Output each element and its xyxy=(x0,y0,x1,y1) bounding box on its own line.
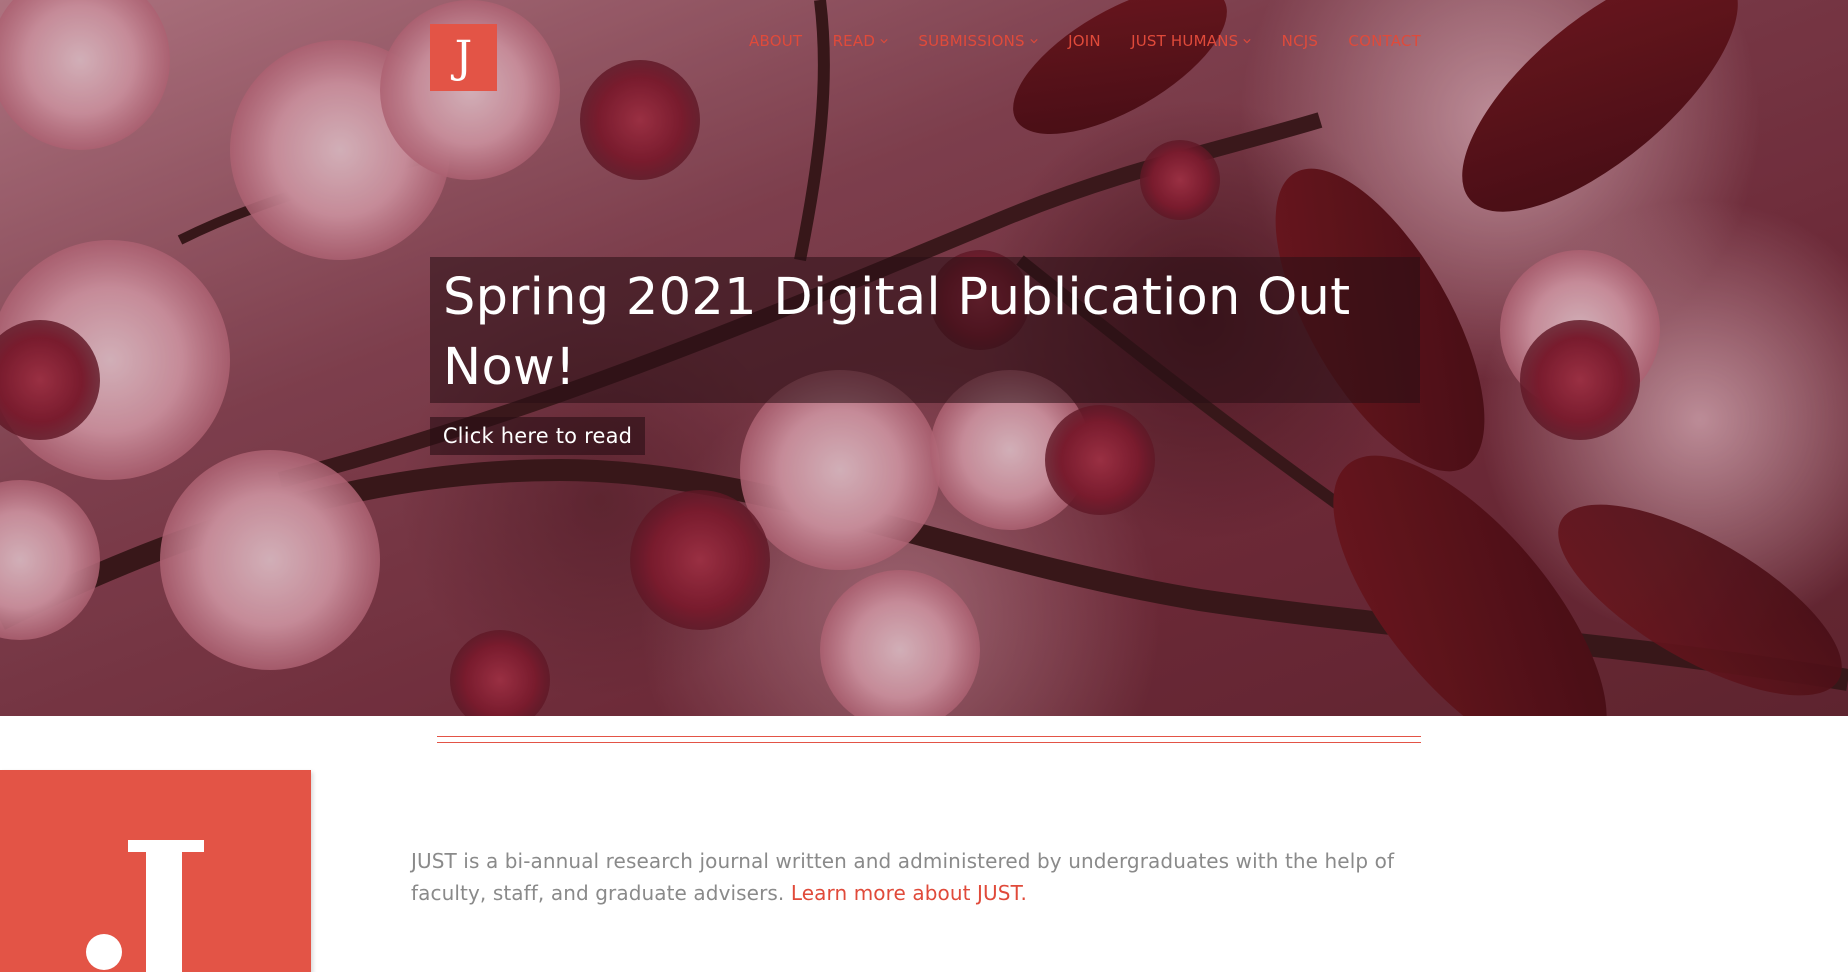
nav-item-just-humans[interactable]: JUST HUMANS xyxy=(1131,32,1251,50)
nav-item-label: CONTACT xyxy=(1348,32,1421,50)
nav-item-ncjs[interactable]: NCJS xyxy=(1282,32,1318,50)
nav-item-read[interactable]: READ xyxy=(833,32,889,50)
nav-item-label: ABOUT xyxy=(749,32,803,50)
page: J ABOUT READ SUBMISSIONS JOIN JUST HUMAN… xyxy=(0,0,1848,972)
main-nav: ABOUT READ SUBMISSIONS JOIN JUST HUMANS … xyxy=(749,31,1421,51)
section-divider xyxy=(437,736,1421,744)
nav-item-label: JOIN xyxy=(1068,32,1101,50)
nav-item-submissions[interactable]: SUBMISSIONS xyxy=(918,32,1038,50)
chevron-down-icon xyxy=(1030,39,1038,44)
nav-item-join[interactable]: JOIN xyxy=(1068,32,1101,50)
large-logo-tile: J xyxy=(0,770,311,972)
chevron-down-icon xyxy=(880,39,888,44)
nav-item-label: SUBMISSIONS xyxy=(918,32,1025,50)
divider-line-bottom xyxy=(437,742,1421,743)
read-publication-button[interactable]: Click here to read xyxy=(430,417,645,455)
intro-paragraph: JUST is a bi-annual research journal wri… xyxy=(411,845,1421,909)
hero-title-box: Spring 2021 Digital Publication Out Now! xyxy=(430,257,1420,403)
nav-item-label: NCJS xyxy=(1281,32,1319,50)
divider-line-top xyxy=(437,736,1421,737)
hero-title: Spring 2021 Digital Publication Out Now! xyxy=(443,268,1351,397)
logo-j-glyph xyxy=(86,840,204,972)
chevron-down-icon xyxy=(1243,39,1251,44)
nav-item-contact[interactable]: CONTACT xyxy=(1348,32,1421,50)
nav-item-label: READ xyxy=(832,32,876,50)
nav-item-about[interactable]: ABOUT xyxy=(749,32,802,50)
nav-item-label: JUST HUMANS xyxy=(1131,32,1239,50)
learn-more-link[interactable]: Learn more about JUST. xyxy=(791,881,1027,905)
hero-section: J ABOUT READ SUBMISSIONS JOIN JUST HUMAN… xyxy=(0,0,1848,716)
site-logo[interactable]: J xyxy=(430,24,497,91)
